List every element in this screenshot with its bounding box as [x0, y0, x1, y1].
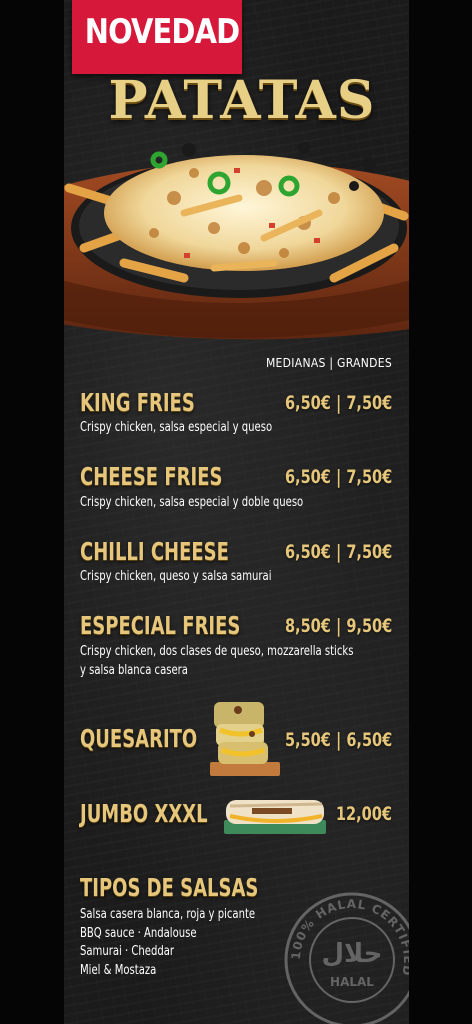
item-price-cheese-fries: 6,50€ | 7,50€ [284, 466, 392, 488]
halal-certified-stamp: 100% HALAL CERTIFIED حلال HALAL [284, 892, 409, 1024]
item-name-chilli-cheese: CHILLI CHEESE [80, 537, 229, 566]
fries-dish-image [64, 142, 409, 340]
item-price-quesarito: 5,50€ | 6,50€ [284, 729, 392, 751]
size-column-header: MEDIANAS | GRANDES [265, 356, 392, 370]
menu-panel: NOVEDAD PATATAS MEDIANAS | GRANDES KING … [64, 0, 409, 1024]
halal-arabic-text: حلال [321, 939, 382, 969]
sauces-title: TIPOS DE SALSAS [80, 873, 259, 902]
item-desc-chilli-cheese: Crispy chicken, queso y salsa samurai [80, 569, 272, 584]
sauce-line: Samurai · Cheddar [80, 944, 175, 959]
item-desc-especial-fries-line2: y salsa blanca casera [80, 663, 188, 678]
item-name-jumbo-xxxl: JUMBO XXXL [80, 799, 208, 828]
item-price-king-fries: 6,50€ | 7,50€ [284, 392, 392, 414]
sauces-list: Salsa casera blanca, roja y picante BBQ … [80, 906, 255, 980]
novedad-badge: NOVEDAD [72, 0, 242, 74]
item-desc-king-fries: Crispy chicken, salsa especial y queso [80, 420, 273, 435]
left-margin [0, 0, 64, 1024]
item-price-chilli-cheese: 6,50€ | 7,50€ [284, 541, 392, 563]
menu-title: PATATAS [108, 70, 376, 131]
sauce-line: BBQ sauce · Andalouse [80, 925, 197, 941]
jumbo-sandwich-image [224, 800, 326, 834]
halal-label: HALAL [330, 975, 374, 989]
right-margin [409, 0, 472, 1024]
sauce-line: Miel & Mostaza [80, 962, 157, 978]
item-name-king-fries: KING FRIES [80, 388, 195, 417]
item-price-jumbo-xxxl: 12,00€ [335, 803, 392, 825]
item-desc-cheese-fries: Crispy chicken, salsa especial y doble q… [80, 495, 304, 510]
sauce-line: Salsa casera blanca, roja y picante [80, 907, 256, 922]
item-name-especial-fries: ESPECIAL FRIES [80, 611, 241, 640]
item-name-quesarito: QUESARITO [80, 724, 198, 753]
item-name-cheese-fries: CHEESE FRIES [80, 462, 223, 491]
item-desc-especial-fries-line1: Crispy chicken, dos clases de queso, moz… [80, 644, 354, 659]
badge-label: NOVEDAD [84, 12, 240, 52]
quesarito-image [210, 702, 280, 776]
item-price-especial-fries: 8,50€ | 9,50€ [284, 615, 392, 637]
